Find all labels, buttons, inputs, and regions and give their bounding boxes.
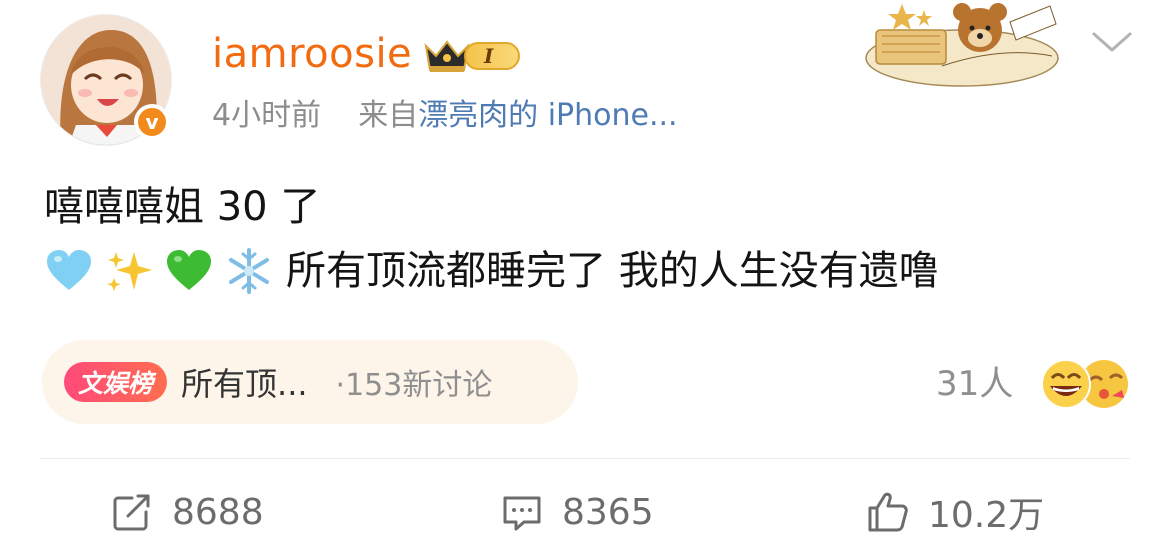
snowflake-icon	[229, 248, 269, 294]
avatar[interactable]: v	[40, 14, 172, 146]
comment-button[interactable]: 8365	[500, 484, 654, 538]
blue-heart-icon	[47, 250, 91, 290]
thumbs-up-icon	[868, 492, 908, 532]
post-text-line-1: 嘻嘻嘻姐 30 了	[44, 184, 321, 230]
repost-icon	[113, 494, 150, 531]
username[interactable]: iamroosie	[212, 30, 412, 78]
weibo-post-card: v iamroosie I 4小时前 来自漂亮肉的 iPhone... 嘻嘻嘻姐…	[0, 0, 1170, 538]
repost-count: 8688	[172, 491, 264, 533]
post-text-line-2-text: 所有顶流都睡完了 我的人生没有遗噜	[286, 248, 939, 294]
reaction-emojis[interactable]	[1036, 356, 1132, 412]
topic-tag: 文娱榜	[64, 362, 168, 402]
comment-icon	[503, 496, 541, 531]
post-time: 4小时前	[212, 98, 322, 133]
like-button[interactable]: 10.2万	[866, 484, 1044, 538]
topic-pill[interactable]: 文娱榜 所有顶... ·153新讨论	[42, 340, 578, 424]
post-text-line-2: 所有顶流都睡完了 我的人生没有遗噜	[44, 244, 939, 298]
chevron-down-icon[interactable]	[1090, 28, 1134, 56]
green-heart-icon	[167, 250, 211, 290]
source-prefix: 来自	[358, 98, 419, 133]
source-link[interactable]: 漂亮肉的 iPhone...	[418, 98, 677, 133]
comment-count: 8365	[562, 491, 654, 533]
like-count: 10.2万	[928, 495, 1045, 536]
grin-face-icon	[1041, 359, 1091, 409]
reaction-count[interactable]: 31人	[936, 360, 1013, 408]
sparkles-icon	[107, 252, 152, 291]
vip-badge[interactable]: I	[422, 36, 520, 76]
verified-badge: v	[134, 104, 170, 140]
topic-discussion-count: ·153新讨论	[335, 368, 493, 403]
post-meta: 4小时前 来自漂亮肉的 iPhone...	[212, 96, 678, 136]
vip-level: I	[464, 42, 520, 70]
card-decoration-sticker	[865, 3, 1059, 87]
topic-title: 所有顶...	[181, 365, 308, 403]
repost-button[interactable]: 8688	[110, 484, 264, 538]
divider	[40, 458, 1130, 459]
